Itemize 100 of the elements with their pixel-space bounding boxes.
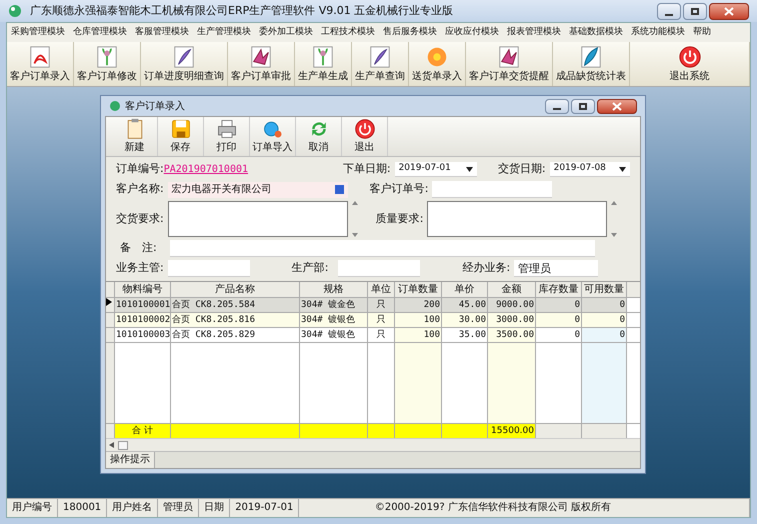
close-icon — [612, 102, 622, 110]
supervisor-field[interactable] — [168, 260, 250, 277]
down-arrow-icon[interactable] — [611, 233, 618, 237]
menu-item[interactable]: 工程技术模块 — [317, 26, 379, 40]
toolbar-button[interactable]: 保存 — [158, 117, 204, 156]
window-title: 广东顺德永强福泰智能木工机械有限公司ERP生产管理软件 V9.01 五金机械行业专业版 — [30, 2, 454, 19]
table-cell: 100 — [395, 313, 442, 327]
feather-icon — [579, 45, 603, 69]
toolbar-button[interactable]: 新建 — [112, 117, 158, 156]
toolbar-button[interactable]: 客户订单录入 — [7, 42, 74, 86]
total-label: 合 计 — [115, 424, 171, 438]
left-arrow-icon[interactable] — [109, 442, 114, 448]
handler-field[interactable]: 管理员 — [514, 260, 598, 277]
table-cell: 304# 镀银色 — [300, 328, 368, 342]
column-header[interactable]: 可用数量 — [582, 282, 627, 297]
window-title: 客户订单录入 — [125, 100, 186, 114]
column-header[interactable]: 库存数量 — [536, 282, 582, 297]
customer-field[interactable]: 宏力电器开关有限公司 — [168, 182, 348, 198]
status-item: 2019-07-01 — [230, 499, 300, 517]
toolbar-button[interactable]: 订单导入 — [250, 117, 296, 156]
remarks-field[interactable] — [170, 240, 595, 257]
quality-requirements-box[interactable] — [427, 201, 608, 237]
horizontal-scrollbar[interactable] — [106, 438, 640, 451]
column-header[interactable]: 单位 — [368, 282, 395, 297]
close-button[interactable] — [709, 2, 749, 20]
down-arrow-icon[interactable] — [352, 233, 358, 237]
field-label: 交货要求: — [116, 210, 164, 227]
field-label: 质量要求: — [376, 210, 424, 227]
field-label: 下单日期: — [342, 161, 391, 178]
maximize-button[interactable] — [683, 2, 707, 20]
delivery-requirements-box[interactable] — [168, 201, 348, 237]
production-field[interactable] — [338, 260, 420, 277]
flower-icon — [95, 45, 119, 69]
minimize-button[interactable] — [545, 98, 569, 114]
table-cell: 45.00 — [442, 298, 488, 312]
table-cell: 1010100001 — [115, 298, 171, 312]
document-icon — [28, 45, 52, 69]
table-cell: 3000.00 — [488, 313, 536, 327]
table-cell: 0 — [582, 298, 627, 312]
column-header[interactable]: 订单数量 — [395, 282, 442, 297]
toolbar-button[interactable]: 订单进度明细查询 — [141, 42, 228, 86]
caret-icon[interactable] — [619, 166, 626, 172]
minimize-button[interactable] — [657, 2, 681, 20]
date-dropdown[interactable]: 2019-07-01 — [394, 162, 477, 177]
flower-icon — [311, 45, 335, 69]
flower-icon — [425, 45, 449, 69]
toolbar-button[interactable]: 客户订单审批 — [228, 42, 295, 86]
customer-order-field[interactable] — [432, 181, 552, 198]
caret-icon[interactable] — [466, 166, 473, 172]
toolbar-button[interactable]: 客户订单交货提醒 — [466, 42, 553, 86]
table-cell: 0 — [582, 313, 627, 327]
row-indicator[interactable] — [106, 298, 115, 312]
up-arrow-icon[interactable] — [611, 201, 618, 205]
up-arrow-icon[interactable] — [352, 201, 358, 205]
menu-item[interactable]: 仓库管理模块 — [69, 26, 131, 40]
column-header[interactable]: 产品名称 — [171, 282, 300, 297]
menu-item[interactable]: 客服管理模块 — [131, 26, 193, 40]
toolbar-button[interactable]: 退出系统 — [630, 42, 750, 86]
column-header[interactable]: 金额 — [488, 282, 536, 297]
menu-item[interactable]: 生产管理模块 — [193, 26, 255, 40]
toolbar-button[interactable]: 客户订单修改 — [74, 42, 141, 86]
table-cell: 200 — [395, 298, 442, 312]
table-cell: 只 — [368, 313, 395, 327]
app-logo-icon — [109, 100, 121, 112]
toolbar-button[interactable]: 退出 — [342, 117, 388, 156]
column-header[interactable]: 规格 — [300, 282, 368, 297]
field-label: 经办业务: — [462, 260, 510, 276]
close-button[interactable] — [597, 98, 637, 114]
field-label: 交货日期: — [498, 161, 546, 178]
total-amount: 15500.00 — [488, 424, 536, 438]
status-item: 用户编号 — [7, 499, 58, 517]
order-number-link[interactable]: PA201907010001 — [164, 162, 298, 177]
menu-item[interactable]: 系统功能模块 — [627, 26, 689, 40]
menu-item[interactable]: 应收应付模块 — [441, 26, 503, 40]
toolbar-button[interactable]: 成品缺货统计表 — [553, 42, 630, 86]
menu-item[interactable]: 基础数据模块 — [565, 26, 627, 40]
power-icon — [354, 118, 376, 140]
toolbar-button[interactable]: 生产单生成 — [295, 42, 352, 86]
field-label: 客户名称: — [116, 181, 164, 198]
toolbar-button[interactable]: 打印 — [204, 117, 250, 156]
bird-icon — [249, 45, 273, 69]
menu-item[interactable]: 委外加工模块 — [255, 26, 317, 40]
toolbar-button[interactable]: 取消 — [296, 117, 342, 156]
menu-item[interactable]: 帮助 — [689, 26, 715, 40]
menu-item[interactable]: 采购管理模块 — [7, 26, 69, 40]
status-item: 管理员 — [158, 499, 200, 517]
column-header[interactable]: 单价 — [442, 282, 488, 297]
menu-item[interactable]: 报表管理模块 — [503, 26, 565, 40]
menu-item[interactable]: 售后服务模块 — [379, 26, 441, 40]
maximize-button[interactable] — [571, 98, 595, 114]
status-item: 180001 — [58, 499, 108, 517]
field-label: 生产部: — [292, 260, 328, 276]
column-header[interactable]: 物料编号 — [115, 282, 171, 297]
lookup-icon[interactable] — [334, 185, 344, 194]
table-cell: 9000.00 — [488, 298, 536, 312]
bird-icon — [497, 45, 521, 69]
toolbar-button[interactable]: 生产单查询 — [352, 42, 409, 86]
table-cell: 304# 镀银色 — [300, 313, 368, 327]
toolbar-button[interactable]: 送货单录入 — [409, 42, 466, 86]
date-dropdown[interactable]: 2019-07-08 — [550, 162, 630, 177]
